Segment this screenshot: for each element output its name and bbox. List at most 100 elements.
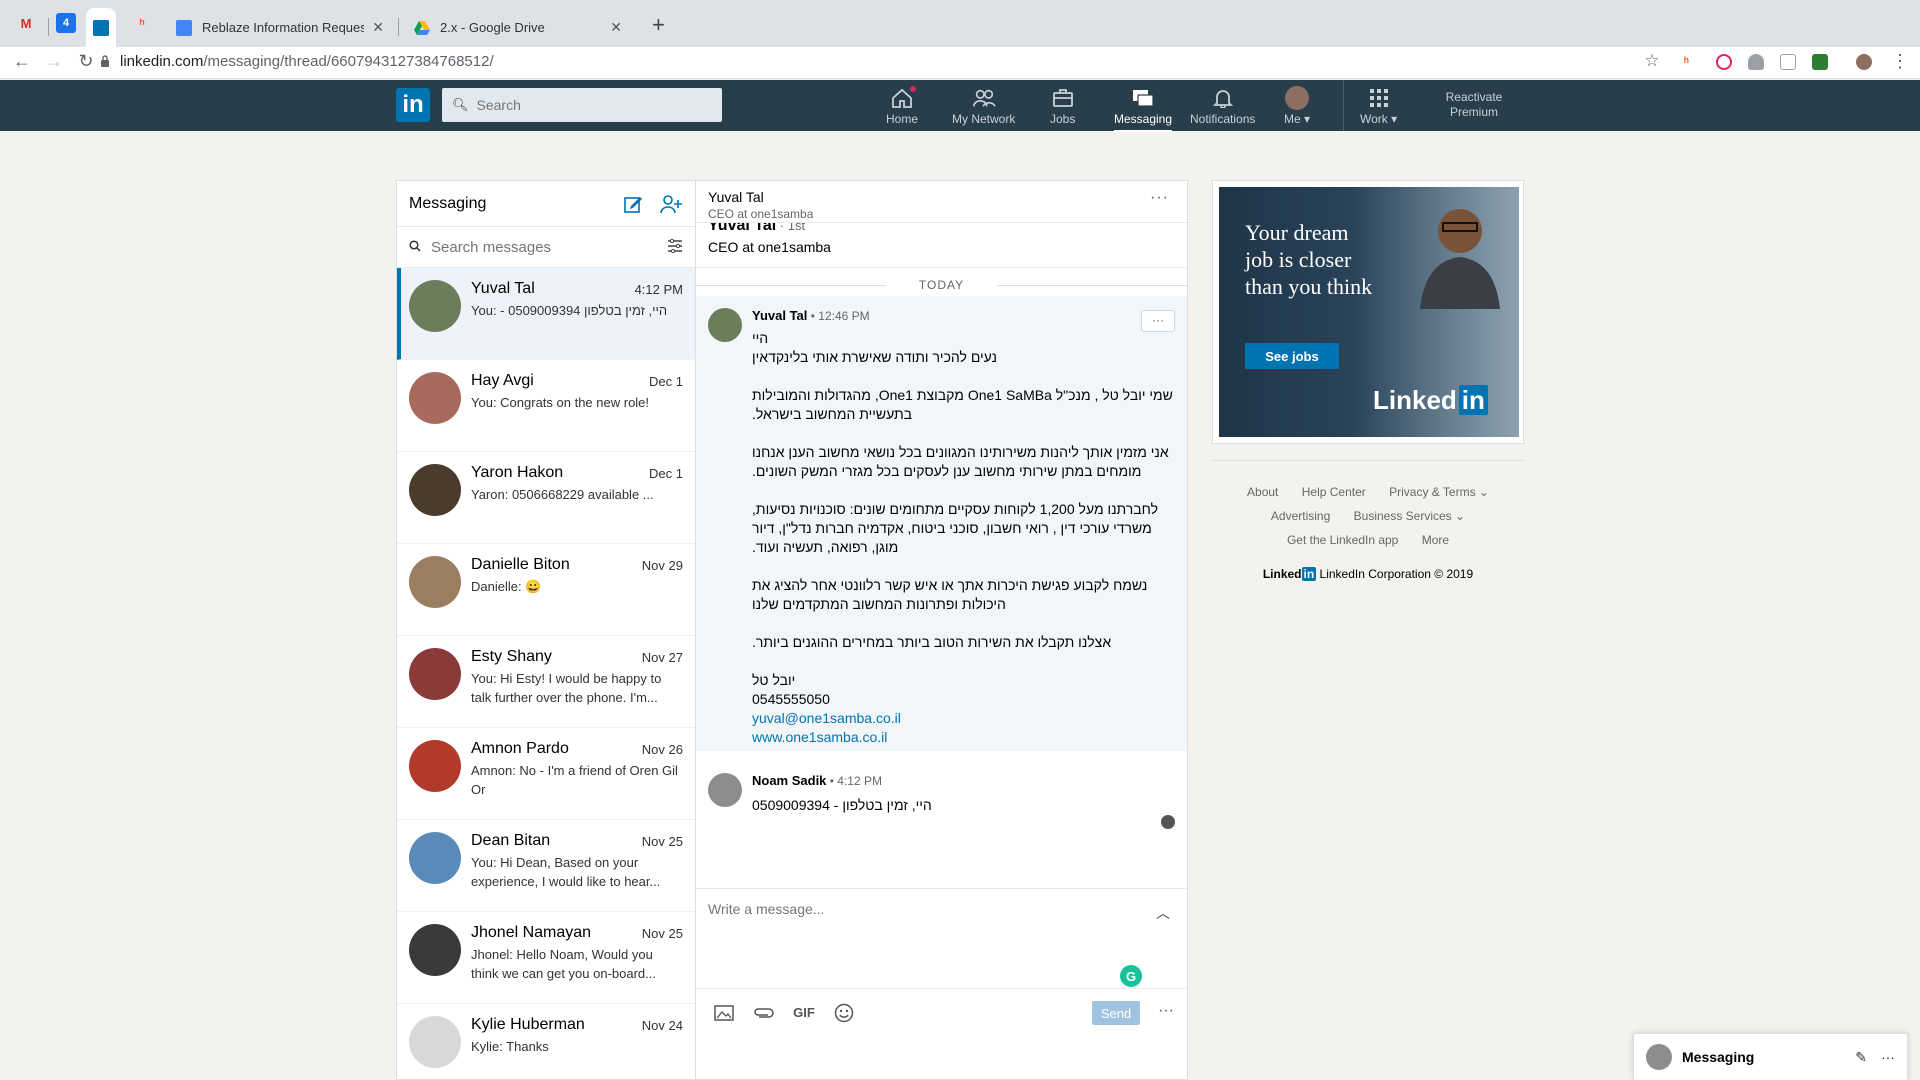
footer-row: About Help Center Privacy & Terms ⌄ (1212, 480, 1524, 504)
website-link[interactable]: www.one1samba.co.il (752, 728, 1175, 747)
new-tab-button[interactable]: + (652, 12, 665, 38)
conversation-item[interactable]: Yaron Hakon Dec 1 Yaron: 0506668229 availa… (397, 452, 695, 544)
footer-link-advertising[interactable]: Advertising (1271, 509, 1330, 523)
profile-avatar-icon[interactable] (1856, 54, 1872, 70)
nav-messaging[interactable]: Messaging (1114, 86, 1173, 132)
conversation-item[interactable]: Amnon Pardo Nov 26 Amnon: No - I'm a frien… (397, 728, 695, 820)
gmail-icon[interactable]: M (16, 13, 36, 33)
back-icon[interactable]: ← (10, 51, 34, 72)
see-jobs-button[interactable]: See jobs (1245, 343, 1339, 369)
conversation-item[interactable]: Dean Bitan Nov 25 You: Hi Dean, Based on y… (397, 820, 695, 912)
conversation-list-panel: Messaging Yuval Tal 4:12 PM You: - היי, זמ… (396, 180, 696, 1080)
conversation-top: Kylie Huberman Nov 24 (471, 1016, 683, 1034)
hubspot-icon[interactable]: ʰ (132, 13, 152, 33)
footer-link-more[interactable]: More (1422, 533, 1449, 547)
clipboard-extension-icon[interactable] (1780, 54, 1796, 70)
conversation-item[interactable]: Kylie Huberman Nov 24 Kylie: Thanks (397, 1004, 695, 1079)
search-messages-input[interactable] (431, 238, 667, 256)
gif-button[interactable]: GIF (792, 1001, 816, 1025)
search-icon (409, 239, 421, 255)
conversation-avatar (409, 1016, 461, 1068)
forward-icon[interactable]: → (42, 51, 66, 72)
calendar-icon[interactable]: 4 (56, 13, 76, 33)
footer-link-about[interactable]: About (1247, 485, 1278, 499)
ad-person-image (1420, 209, 1500, 309)
overlay-options-icon[interactable]: ··· (1881, 1049, 1895, 1065)
menu-kebab-icon[interactable]: ⋮ (1888, 51, 1912, 72)
nav-my-network[interactable]: My Network (952, 86, 1015, 126)
conversation-item[interactable]: Esty Shany Nov 27 You: Hi Esty! I would be… (397, 636, 695, 728)
advertisement[interactable]: Your dream job is closer than you think … (1212, 180, 1524, 444)
compose-icon[interactable] (621, 192, 645, 216)
global-search-input[interactable] (476, 97, 707, 113)
conversation-snippet: Yaron: 0506668229 available ... (471, 487, 654, 502)
profile-card: Yuval Tal · 1st CEO at one1samba (696, 223, 1187, 268)
image-icon[interactable] (712, 1001, 736, 1025)
linkedin-logo-icon[interactable]: in (396, 88, 430, 122)
close-icon[interactable]: ✕ (372, 19, 384, 36)
notification-dot (909, 85, 917, 93)
url-field[interactable]: linkedin.com/messaging/thread/6607943127… (120, 53, 494, 70)
green-extension-icon[interactable] (1812, 54, 1828, 70)
target-extension-icon[interactable] (1716, 54, 1732, 70)
conversation-item[interactable]: Danielle Biton Nov 29 Danielle: 😀 (397, 544, 695, 636)
send-button[interactable]: Send (1092, 1001, 1140, 1025)
conversation-top: Amnon Pardo Nov 26 (471, 740, 683, 758)
footer-link-help-center[interactable]: Help Center (1302, 485, 1366, 499)
tab-reblaze[interactable]: Reblaze Information Request - 1… ✕ (166, 8, 394, 47)
tab-linkedin[interactable] (86, 8, 116, 47)
bookmark-star-icon[interactable]: ☆ (1640, 51, 1664, 71)
cloud-extension-icon[interactable] (1748, 54, 1764, 70)
profile-name[interactable]: Yuval Tal · 1st (708, 223, 1175, 235)
reactivate-premium-link[interactable]: Reactivate Premium (1430, 90, 1518, 120)
new-group-icon[interactable] (659, 192, 683, 216)
conversation-snippet: Kylie: Thanks (471, 1039, 549, 1054)
tab-google-drive[interactable]: 2.x - Google Drive ✕ (404, 8, 632, 47)
conversation-item[interactable]: Jhonel Namayan Nov 25 Jhonel: Hello Noam, … (397, 912, 695, 1004)
conversation-item[interactable]: Yuval Tal 4:12 PM You: - היי, זמין בטלפון … (397, 268, 695, 360)
attachment-icon[interactable] (752, 1001, 776, 1025)
grammarly-icon[interactable]: G (1120, 965, 1142, 987)
nav-home[interactable]: Home (886, 85, 918, 126)
conversation-snippet: Amnon: No - I'm a friend of Oren Gil Or (471, 763, 678, 797)
nav-jobs[interactable]: Jobs (1050, 86, 1075, 126)
expand-chevron-icon[interactable]: ︿ (1156, 903, 1170, 923)
message-options-button[interactable]: ··· (1141, 310, 1175, 332)
thread-participant-headline: CEO at one1samba (708, 207, 814, 221)
hubspot-extension-icon[interactable]: ʰ (1684, 54, 1700, 70)
conversation-body: Esty Shany Nov 27 You: Hi Esty! I would be… (471, 648, 683, 727)
footer-link-privacy-terms[interactable]: Privacy & Terms ⌄ (1389, 485, 1489, 499)
global-search[interactable]: 🔍︎ (442, 88, 722, 122)
briefcase-icon (1051, 86, 1075, 110)
conversation-item[interactable]: Hay Avgi Dec 1 You: Congrats on the new ro… (397, 360, 695, 452)
copyright: Linked in LinkedIn Corporation © 2019 (1212, 567, 1524, 581)
compose-options-icon[interactable]: ··· (1158, 1002, 1174, 1020)
nav-me[interactable]: Me ▾ (1284, 86, 1310, 126)
emoji-icon[interactable] (832, 1001, 856, 1025)
conversation-top: Danielle Biton Nov 29 (471, 556, 683, 574)
conversation-date: Dec 1 (649, 374, 683, 389)
nav-work[interactable]: Work ▾ (1360, 86, 1397, 126)
message-paragraph: לחברתנו מעל 1,200 לקוחות עסקיים מתחומים … (752, 501, 1159, 555)
email-link[interactable]: yuval@one1samba.co.il (752, 709, 1175, 728)
message-input[interactable] (708, 901, 1128, 971)
sender-avatar[interactable] (708, 773, 742, 807)
reload-icon[interactable]: ↻ (74, 51, 98, 72)
compose-icon[interactable]: ✎ (1855, 1049, 1867, 1066)
close-icon[interactable]: ✕ (610, 19, 622, 36)
footer-link-get-app[interactable]: Get the LinkedIn app (1287, 533, 1398, 547)
thread-options-icon[interactable]: ··· (1150, 189, 1169, 207)
thread-participant-name[interactable]: Yuval Tal (708, 189, 1175, 205)
message-paragraph: נשמח לקבוע פגישת היכרות אתך או איש קשר ר… (752, 577, 1148, 612)
conversation-date: Nov 24 (641, 1018, 683, 1033)
conversation-name: Danielle Biton (471, 556, 570, 573)
nav-notifications[interactable]: Notifications (1190, 86, 1255, 126)
sender-avatar[interactable] (708, 308, 742, 342)
nav-label: Messaging (1114, 112, 1173, 126)
messaging-overlay-bar[interactable]: Messaging ✎ ··· (1633, 1033, 1908, 1080)
conversation-avatar (409, 280, 461, 332)
filter-icon[interactable] (667, 238, 683, 256)
conversation-body: Jhonel Namayan Nov 25 Jhonel: Hello Noam, … (471, 924, 683, 1003)
footer-link-business-services[interactable]: Business Services ⌄ (1354, 509, 1465, 523)
conversation-snippet: Jhonel: Hello Noam, Would you think we c… (471, 947, 657, 981)
